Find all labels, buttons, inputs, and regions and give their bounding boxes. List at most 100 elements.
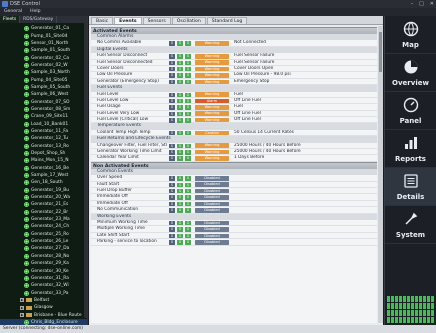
tree-group[interactable]: + Brisbane - Blue Route	[0, 311, 87, 318]
email-toggle[interactable]: S	[177, 195, 183, 200]
tree-item[interactable]: Generator_33_Pa	[0, 289, 87, 296]
sms-toggle[interactable]: S	[169, 54, 175, 59]
tab-basic[interactable]: Basic	[91, 17, 114, 24]
email-toggle[interactable]: S	[177, 92, 183, 98]
menu-help[interactable]: Help	[30, 8, 40, 16]
email-toggle[interactable]: S	[177, 143, 183, 149]
sms-toggle[interactable]: S	[169, 208, 175, 213]
sms-toggle[interactable]: S	[169, 92, 175, 98]
nav-panel[interactable]: Panel	[385, 92, 436, 130]
email-toggle[interactable]: S	[177, 60, 183, 66]
email-toggle[interactable]: S	[177, 240, 183, 245]
tree-item[interactable]: Generator_07_SO	[0, 98, 87, 105]
sms-toggle[interactable]: S	[169, 240, 175, 245]
email-toggle[interactable]: S	[177, 227, 183, 232]
events-scrollbar[interactable]	[378, 26, 383, 323]
popup-toggle[interactable]: S	[185, 73, 191, 78]
tree-item[interactable]: Generator_22_Br	[0, 209, 87, 216]
email-toggle[interactable]: S	[177, 105, 183, 110]
tree-item[interactable]: Sample_01_South	[0, 47, 87, 54]
tree-item[interactable]: Sample_06_West	[0, 91, 87, 98]
popup-toggle[interactable]: S	[185, 150, 191, 155]
popup-toggle[interactable]: S	[185, 41, 191, 46]
popup-toggle[interactable]: S	[185, 220, 191, 226]
sms-toggle[interactable]: S	[169, 79, 175, 85]
popup-toggle[interactable]: S	[185, 182, 191, 188]
popup-toggle[interactable]: S	[185, 176, 191, 181]
nav-reports[interactable]: Reports	[385, 130, 436, 168]
email-toggle[interactable]: S	[177, 208, 183, 213]
minimize-icon[interactable]: –	[411, 0, 414, 8]
tree-item[interactable]: Generator_24_Ch	[0, 223, 87, 230]
tree-item[interactable]: Sample_05_South	[0, 84, 87, 91]
sms-toggle[interactable]: S	[169, 233, 175, 239]
email-toggle[interactable]: S	[177, 220, 183, 226]
popup-toggle[interactable]: S	[185, 98, 191, 104]
popup-toggle[interactable]: S	[185, 118, 191, 123]
sms-toggle[interactable]: S	[169, 156, 175, 161]
tree-item[interactable]: Depot_Shop_Sh	[0, 150, 87, 157]
email-toggle[interactable]: S	[177, 176, 183, 181]
popup-toggle[interactable]: S	[185, 105, 191, 110]
tab-sensors[interactable]: Sensors	[142, 17, 171, 24]
tree-item[interactable]: Generator_20_Wa	[0, 194, 87, 201]
sms-toggle[interactable]: S	[169, 195, 175, 200]
popup-toggle[interactable]: S	[185, 130, 191, 136]
popup-toggle[interactable]: S	[185, 92, 191, 98]
tab-fleets[interactable]: Fleets	[0, 16, 21, 23]
event-row[interactable]: Generator (Emergency Stop) S S S Warning Emer…	[91, 79, 377, 86]
tree-item[interactable]: Generator_01_Ca	[0, 25, 87, 32]
tree-item[interactable]: Mains_Mon_15_N	[0, 157, 87, 164]
email-toggle[interactable]: S	[177, 98, 183, 104]
email-toggle[interactable]: S	[177, 201, 183, 207]
email-toggle[interactable]: S	[177, 79, 183, 85]
email-toggle[interactable]: S	[177, 73, 183, 78]
tab-events[interactable]: Events	[114, 17, 142, 24]
tree-group[interactable]: + Belfast	[0, 297, 87, 304]
scrollbar-thumb[interactable]	[379, 32, 382, 72]
maximize-icon[interactable]: □	[419, 0, 424, 8]
tree-item[interactable]: Sample_03_North	[0, 69, 87, 76]
nav-overview[interactable]: Overview	[385, 54, 436, 92]
nav-details[interactable]: Details	[385, 168, 436, 206]
sms-toggle[interactable]: S	[169, 98, 175, 104]
tree-group[interactable]: + Glasgow	[0, 304, 87, 311]
popup-toggle[interactable]: S	[185, 79, 191, 85]
tree-item[interactable]: Pump_01_Site04	[0, 32, 87, 39]
email-toggle[interactable]: S	[177, 54, 183, 59]
sms-toggle[interactable]: S	[169, 66, 175, 72]
sms-toggle[interactable]: S	[169, 150, 175, 155]
popup-toggle[interactable]: S	[185, 60, 191, 66]
sms-toggle[interactable]: S	[169, 60, 175, 66]
popup-toggle[interactable]: S	[185, 227, 191, 232]
tree-item[interactable]: Generator_27_Da	[0, 245, 87, 252]
sms-toggle[interactable]: S	[169, 188, 175, 194]
tree-item[interactable]: Generator_21_Es	[0, 201, 87, 208]
event-row[interactable]: No Comms Available S S S Warning Not Connecte…	[91, 40, 377, 47]
sms-toggle[interactable]: S	[169, 111, 175, 117]
sms-toggle[interactable]: S	[169, 176, 175, 181]
popup-toggle[interactable]: S	[185, 156, 191, 161]
nav-system[interactable]: System	[385, 206, 436, 244]
email-toggle[interactable]: S	[177, 182, 183, 188]
tree-item[interactable]: Generator_02_W	[0, 62, 87, 69]
sms-toggle[interactable]: S	[169, 130, 175, 136]
close-icon[interactable]: ✕	[430, 0, 434, 8]
event-row[interactable]: Parking - service to location S S S Disabled	[91, 239, 377, 246]
tree-item[interactable]: Generator_11_Fa	[0, 128, 87, 135]
tree-item[interactable]: Gen_18_South	[0, 179, 87, 186]
email-toggle[interactable]: S	[177, 150, 183, 155]
popup-toggle[interactable]: S	[185, 188, 191, 194]
menu-general[interactable]: General	[4, 8, 22, 16]
tree-item[interactable]: Generator_29_Ka	[0, 260, 87, 267]
popup-toggle[interactable]: S	[185, 143, 191, 149]
tree-item[interactable]: Sample_17_West	[0, 172, 87, 179]
sms-toggle[interactable]: S	[169, 227, 175, 232]
sms-toggle[interactable]: S	[169, 143, 175, 149]
tree-item[interactable]: Generator_26_Le	[0, 238, 87, 245]
popup-toggle[interactable]: S	[185, 111, 191, 117]
email-toggle[interactable]: S	[177, 41, 183, 46]
popup-toggle[interactable]: S	[185, 233, 191, 239]
expand-icon[interactable]: +	[20, 298, 24, 303]
tab-rds-gateway[interactable]: RDS/Gateway	[20, 16, 58, 23]
